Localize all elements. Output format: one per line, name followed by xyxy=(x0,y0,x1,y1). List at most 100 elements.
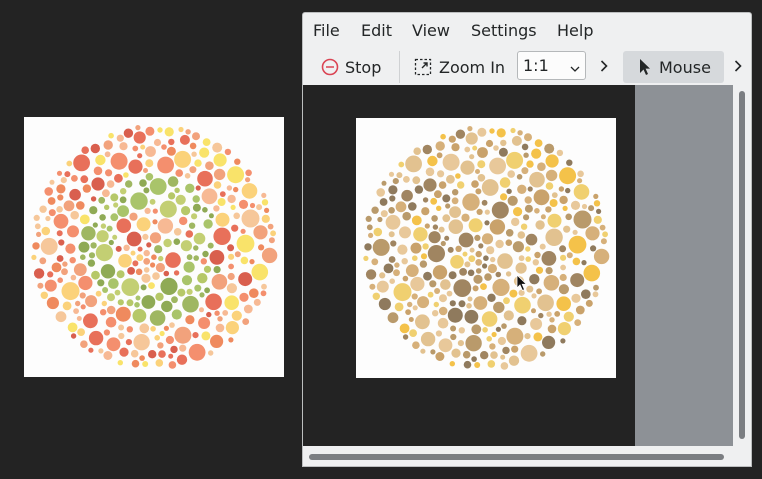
plate-dot xyxy=(142,233,149,240)
plate-dot xyxy=(105,169,113,177)
plate-dot xyxy=(136,254,144,262)
plate-dot xyxy=(197,170,213,187)
plate-dot xyxy=(226,185,233,191)
image-viewport[interactable] xyxy=(303,85,635,446)
plate-dot xyxy=(446,174,455,184)
plate-dot xyxy=(102,287,109,293)
plate-dot xyxy=(480,283,487,290)
plate-dot xyxy=(148,282,155,289)
plate-dot xyxy=(188,343,206,361)
plate-dot xyxy=(398,161,405,168)
plate-dot xyxy=(32,242,40,250)
vertical-scrollbar-thumb[interactable] xyxy=(739,91,745,439)
toolbar-separator xyxy=(399,51,400,83)
plate-dot xyxy=(76,316,82,321)
stop-button[interactable]: Stop xyxy=(315,51,389,83)
plate-dot xyxy=(545,267,553,275)
plate-dot xyxy=(108,132,114,139)
plate-dot xyxy=(570,200,581,210)
plate-dot xyxy=(520,344,538,362)
plate-dot xyxy=(399,226,411,239)
zoom-in-button[interactable]: Zoom In xyxy=(409,51,509,83)
zoom-level-value: 1:1 xyxy=(523,56,549,75)
plate-dot xyxy=(461,213,470,222)
plate-dot xyxy=(510,127,516,134)
plate-dot xyxy=(80,304,86,310)
plate-dot xyxy=(424,223,430,229)
plate-dot xyxy=(227,166,245,184)
plate-dot xyxy=(451,197,459,205)
plate-dot xyxy=(563,311,574,322)
plate-dot xyxy=(179,344,187,352)
plate-dot xyxy=(178,126,184,133)
plate-dot xyxy=(104,204,110,210)
plate-dot xyxy=(433,301,439,308)
plate-dot xyxy=(475,188,482,195)
plate-dot xyxy=(103,140,113,150)
menu-view[interactable]: View xyxy=(412,22,450,40)
horizontal-scrollbar-thumb[interactable] xyxy=(309,454,724,460)
plate-dot xyxy=(497,253,513,269)
plate-dot xyxy=(377,216,383,223)
menu-help[interactable]: Help xyxy=(557,22,593,40)
plate-dot xyxy=(570,273,585,288)
menu-settings[interactable]: Settings xyxy=(471,22,537,40)
plate-dot xyxy=(242,318,250,325)
plate-dot xyxy=(420,348,426,354)
mouse-mode-button[interactable]: Mouse xyxy=(623,51,724,83)
plate-dot xyxy=(139,355,145,361)
menu-edit[interactable]: Edit xyxy=(361,22,392,40)
plate-dot xyxy=(368,232,374,238)
plate-dot xyxy=(213,181,222,189)
plate-dot xyxy=(559,273,567,282)
plate-dot xyxy=(430,349,436,355)
plate-dot xyxy=(152,208,158,214)
plate-dot xyxy=(126,326,133,333)
plate-dot xyxy=(395,201,407,213)
plate-dot xyxy=(136,217,151,232)
plate-dot xyxy=(150,326,156,332)
plate-dot xyxy=(467,296,473,302)
plate-dot xyxy=(378,297,391,311)
plate-dot xyxy=(179,216,188,226)
plate-dot xyxy=(438,306,448,316)
menu-file[interactable]: File xyxy=(313,22,340,40)
plate-dot xyxy=(493,145,499,151)
plate-dot xyxy=(502,346,510,355)
plate-dot xyxy=(203,265,212,273)
plate-dot xyxy=(577,170,584,178)
plate-dot xyxy=(99,214,106,221)
toolbar-overflow-button-2[interactable] xyxy=(731,51,751,83)
plate-dot xyxy=(372,238,390,256)
plate-dot xyxy=(40,291,48,299)
plate-dot xyxy=(173,228,182,236)
plate-dot xyxy=(92,222,98,228)
plate-dot xyxy=(135,268,143,276)
plate-dot xyxy=(228,263,235,270)
plate-dot xyxy=(208,213,214,219)
plate-dot xyxy=(117,299,124,306)
plate-dot xyxy=(141,273,151,283)
plate-dot xyxy=(489,219,506,235)
plate-dot xyxy=(526,160,534,168)
plate-dot xyxy=(217,198,226,206)
plate-dot xyxy=(415,314,430,330)
plate-dot xyxy=(192,195,200,203)
plate-dot xyxy=(521,167,529,175)
plate-dot xyxy=(593,215,602,224)
toolbar-overflow-button[interactable] xyxy=(597,51,617,83)
plate-dot xyxy=(199,292,205,298)
plate-dot xyxy=(602,231,608,238)
plate-dot xyxy=(432,265,448,280)
plate-dot xyxy=(464,261,471,268)
plate-dot xyxy=(228,337,234,343)
plate-dot xyxy=(474,234,481,241)
plate-dot xyxy=(155,262,165,273)
plate-dot xyxy=(411,215,422,226)
plate-dot xyxy=(420,331,436,347)
plate-dot xyxy=(202,138,211,146)
plate-dot xyxy=(525,246,531,252)
zoom-level-select[interactable]: 1:1 xyxy=(517,51,586,80)
plate-dot xyxy=(517,130,523,136)
plate-dot xyxy=(476,208,483,215)
